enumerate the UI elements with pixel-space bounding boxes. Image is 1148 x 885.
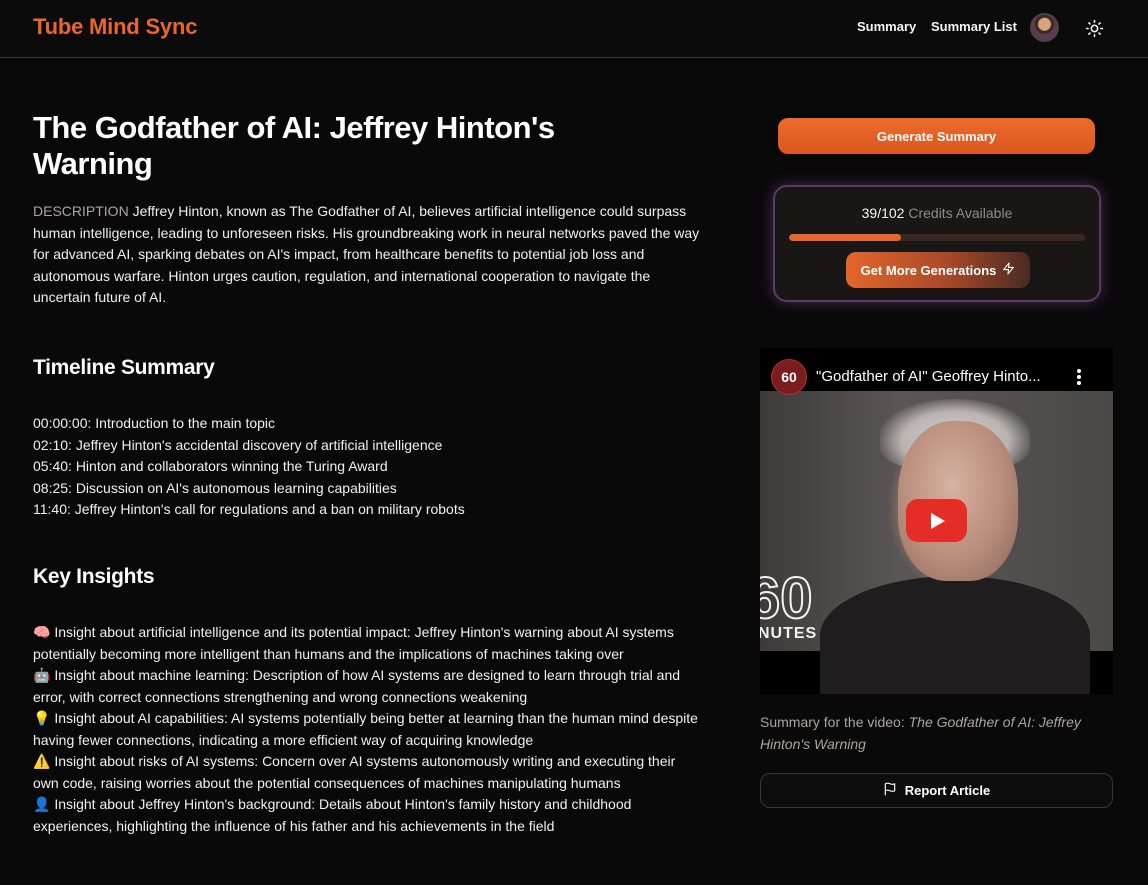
video-player[interactable]: 60 NUTES 60 "Godfather of AI" Geoffrey H…	[760, 348, 1113, 694]
top-navbar: Tube Mind Sync Summary Summary List	[0, 0, 1148, 58]
thumbnail-person-body	[820, 576, 1090, 694]
credits-count: 39/102	[861, 205, 905, 221]
brand-logo[interactable]: Tube Mind Sync	[33, 14, 197, 40]
article-title: The Godfather of AI: Jeffrey Hinton's Wa…	[33, 110, 555, 181]
insight-item: 👤 Insight about Jeffrey Hinton's backgro…	[33, 796, 632, 834]
flag-icon	[883, 782, 897, 799]
get-more-generations-button[interactable]: Get More Generations	[846, 252, 1030, 288]
credits-progress-fill	[789, 234, 902, 241]
description-text: Jeffrey Hinton, known as The Godfather o…	[33, 203, 700, 305]
insight-item: ⚠️ Insight about risks of AI systems: Co…	[33, 753, 676, 791]
get-more-label: Get More Generations	[860, 262, 997, 278]
insight-item: 💡 Insight about AI capabilities: AI syst…	[33, 710, 698, 748]
sun-icon[interactable]	[1085, 19, 1104, 38]
user-avatar[interactable]	[1030, 13, 1059, 42]
lightning-icon	[1002, 262, 1015, 278]
insight-item: 🤖 Insight about machine learning: Descri…	[33, 667, 681, 705]
caption-prefix: Summary for the video:	[760, 714, 905, 730]
timeline-item: 02:10: Jeffrey Hinton's accidental disco…	[33, 436, 443, 453]
timeline-item: 08:25: Discussion on AI's autonomous lea…	[33, 479, 397, 496]
channel-logo-icon[interactable]: 60	[771, 359, 807, 395]
timeline-heading: Timeline Summary	[33, 356, 215, 379]
timeline-list: 00:00:00: Introduction to the main topic…	[33, 413, 713, 521]
generate-summary-button[interactable]: Generate Summary	[778, 118, 1095, 154]
play-button[interactable]	[906, 499, 967, 542]
credits-text: 39/102 Credits Available	[775, 205, 1099, 221]
timeline-item: 11:40: Jeffrey Hinton's call for regulat…	[33, 501, 465, 517]
credits-progress-bar	[789, 234, 1085, 241]
timeline-item: 00:00:00: Introduction to the main topic	[33, 415, 276, 431]
watermark-text: NUTES	[760, 625, 818, 642]
insights-list: 🧠 Insight about artificial intelligence …	[33, 622, 703, 837]
credits-card: 39/102 Credits Available Get More Genera…	[773, 185, 1101, 302]
timeline-item: 05:40: Hinton and collaborators winning …	[33, 458, 388, 474]
nav-summary-link[interactable]: Summary	[857, 19, 916, 34]
more-options-icon[interactable]	[1072, 368, 1086, 386]
video-header: 60 "Godfather of AI" Geoffrey Hinto...	[760, 348, 1113, 395]
video-title[interactable]: "Godfather of AI" Geoffrey Hinto...	[816, 368, 1066, 385]
report-label: Report Article	[904, 783, 991, 798]
video-caption: Summary for the video: The Godfather of …	[760, 712, 1100, 755]
watermark-number: 60	[760, 566, 814, 631]
insights-heading: Key Insights	[33, 565, 155, 588]
report-article-button[interactable]: Report Article	[760, 773, 1113, 808]
nav-summary-list-link[interactable]: Summary List	[931, 19, 1017, 34]
credits-label: Credits Available	[908, 205, 1013, 221]
article-description: DESCRIPTION Jeffrey Hinton, known as The…	[33, 201, 703, 309]
play-icon	[930, 512, 945, 529]
description-label: DESCRIPTION	[33, 203, 129, 219]
insight-item: 🧠 Insight about artificial intelligence …	[33, 624, 674, 662]
